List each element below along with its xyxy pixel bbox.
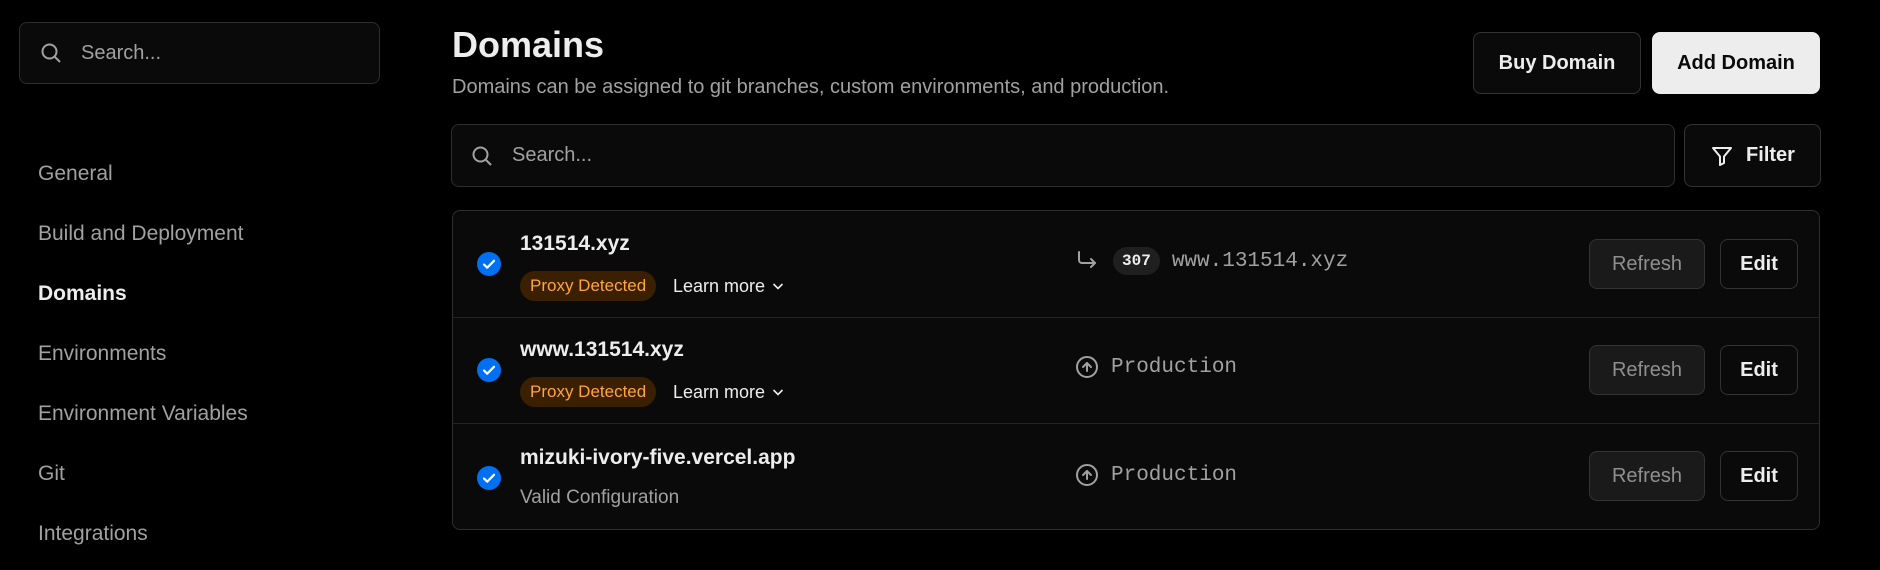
chevron-down-icon <box>772 283 784 290</box>
domain-row: mizuki-ivory-five.vercel.app Valid Confi… <box>453 423 1819 529</box>
sidebar-item-general[interactable]: General <box>38 150 378 210</box>
arrow-up-circle-icon <box>1076 356 1098 378</box>
sidebar-item-environment-variables[interactable]: Environment Variables <box>38 390 378 450</box>
sidebar-item-git[interactable]: Git <box>38 450 378 510</box>
refresh-button[interactable]: Refresh <box>1589 239 1705 289</box>
valid-configuration-status: Valid Configuration <box>520 487 680 508</box>
environment-target: Production <box>1075 463 1237 487</box>
search-icon <box>41 43 61 63</box>
sidebar-item-domains[interactable]: Domains <box>38 270 378 330</box>
edit-button[interactable]: Edit <box>1720 239 1798 289</box>
sidebar-item-environments[interactable]: Environments <box>38 330 378 390</box>
environment-target: Production <box>1075 355 1237 379</box>
sidebar-item-build-and-deployment[interactable]: Build and Deployment <box>38 210 378 270</box>
filter-button[interactable]: Filter <box>1684 124 1821 187</box>
redirect-arrow-icon <box>1078 251 1096 268</box>
domain-search-input[interactable] <box>510 143 1614 168</box>
filter-icon <box>1712 146 1733 166</box>
edit-button[interactable]: Edit <box>1720 451 1798 501</box>
refresh-button[interactable]: Refresh <box>1589 451 1705 501</box>
learn-more-link[interactable]: Learn more <box>673 271 785 301</box>
page-subtitle: Domains can be assigned to git branches,… <box>452 76 1170 98</box>
search-icon <box>472 146 492 166</box>
add-domain-button[interactable]: Add Domain <box>1652 32 1820 94</box>
domain-name[interactable]: www.131514.xyz <box>520 338 684 362</box>
learn-more-label: Learn more <box>673 276 766 296</box>
domain-search[interactable] <box>451 124 1675 187</box>
edit-button[interactable]: Edit <box>1720 345 1798 395</box>
arrow-up-circle-icon <box>1076 464 1098 486</box>
sidebar-nav: General Build and Deployment Domains Env… <box>38 150 378 570</box>
redirect-status-code: 307 <box>1113 247 1160 275</box>
learn-more-label: Learn more <box>673 382 766 402</box>
domain-list: 131514.xyz Proxy Detected Learn more 307… <box>452 210 1820 530</box>
page-title: Domains <box>452 24 605 65</box>
check-circle-icon <box>477 358 501 382</box>
filter-label: Filter <box>1746 144 1795 166</box>
environment-label: Production <box>1111 355 1238 379</box>
sidebar-search[interactable] <box>19 22 380 84</box>
learn-more-link[interactable]: Learn more <box>673 377 785 407</box>
domain-row: 131514.xyz Proxy Detected Learn more 307… <box>453 211 1819 318</box>
check-circle-icon <box>477 252 501 276</box>
sidebar-item-integrations[interactable]: Integrations <box>38 510 378 570</box>
domain-name[interactable]: mizuki-ivory-five.vercel.app <box>520 446 795 470</box>
chevron-down-icon <box>772 389 784 396</box>
domain-name[interactable]: 131514.xyz <box>520 232 630 256</box>
proxy-detected-badge: Proxy Detected <box>520 271 657 301</box>
refresh-button[interactable]: Refresh <box>1589 345 1705 395</box>
buy-domain-button[interactable]: Buy Domain <box>1473 32 1641 94</box>
sidebar-search-input[interactable] <box>79 40 363 66</box>
proxy-detected-badge: Proxy Detected <box>520 377 657 407</box>
redirect-target-domain[interactable]: www.131514.xyz <box>1172 250 1348 273</box>
redirect-target: 307 www.131514.xyz <box>1075 247 1348 275</box>
check-circle-icon <box>477 466 501 490</box>
domain-row: www.131514.xyz Proxy Detected Learn more… <box>453 317 1819 424</box>
environment-label: Production <box>1111 463 1238 487</box>
